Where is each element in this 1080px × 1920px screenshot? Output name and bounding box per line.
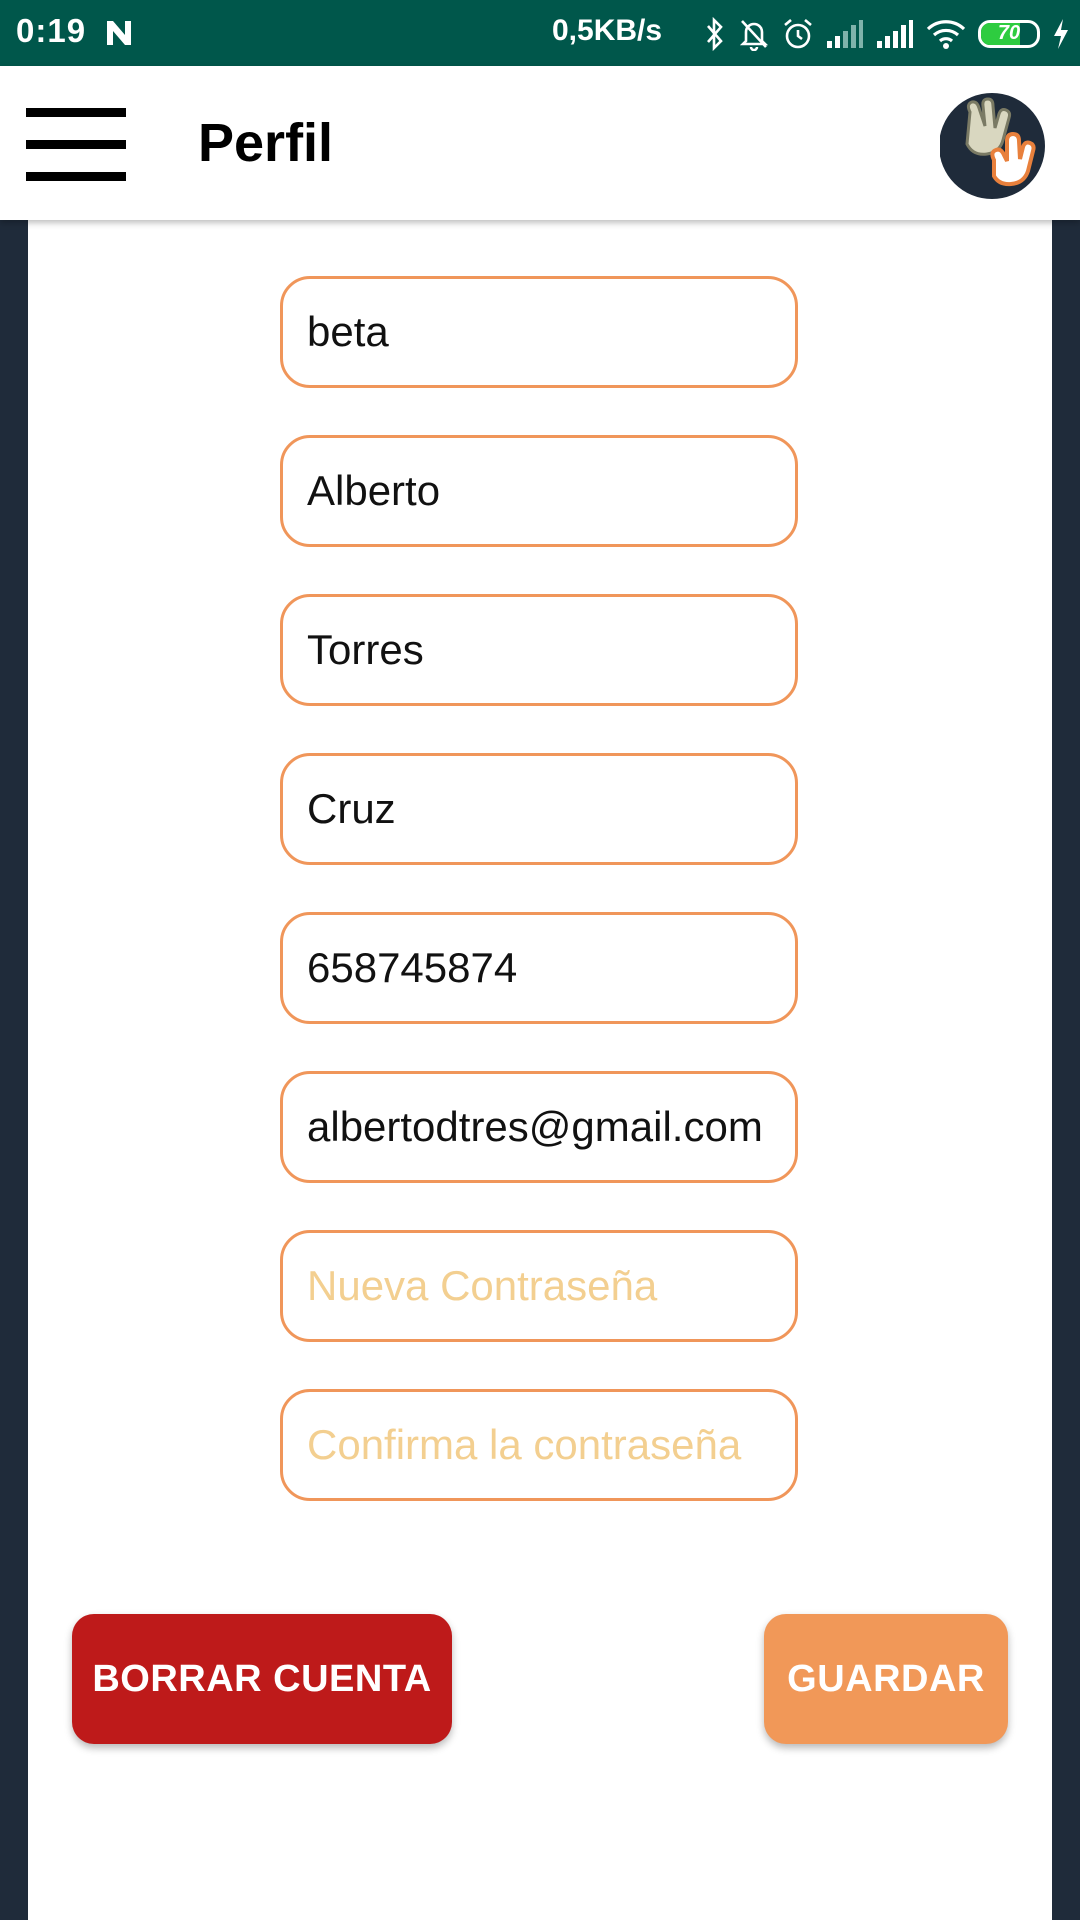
bluetooth-icon xyxy=(707,17,723,51)
profile-form: BORRAR CUENTA GUARDAR xyxy=(28,220,1052,1920)
hamburger-menu-icon[interactable] xyxy=(26,108,126,182)
phone-field[interactable] xyxy=(280,912,798,1024)
page-title: Perfil xyxy=(198,113,334,173)
delete-account-button[interactable]: BORRAR CUENTA xyxy=(72,1614,452,1744)
second-surname-input[interactable] xyxy=(307,785,771,833)
status-bar: 0:19 0,5KB/s 70 xyxy=(0,0,1080,66)
battery-level: 70 xyxy=(997,22,1021,44)
status-icons: 70 xyxy=(704,12,1070,56)
first-surname-field[interactable] xyxy=(280,594,798,706)
battery-icon: 70 xyxy=(978,20,1040,48)
first-name-input[interactable] xyxy=(307,467,771,515)
save-button[interactable]: GUARDAR xyxy=(764,1614,1008,1744)
signal-icon xyxy=(827,20,863,48)
app-bar: Perfil xyxy=(0,66,1080,220)
charging-icon xyxy=(1054,19,1068,49)
new-password-input[interactable] xyxy=(307,1262,771,1310)
confirm-password-input[interactable] xyxy=(307,1421,771,1469)
first-surname-input[interactable] xyxy=(307,626,771,674)
email-input[interactable] xyxy=(307,1103,771,1151)
username-field[interactable] xyxy=(280,276,798,388)
phone-input[interactable] xyxy=(307,944,771,992)
wifi-icon xyxy=(926,20,966,49)
new-password-field[interactable] xyxy=(280,1230,798,1342)
second-surname-field[interactable] xyxy=(280,753,798,865)
username-input[interactable] xyxy=(307,308,771,356)
signal-icon-2 xyxy=(877,20,913,48)
menu-line-bottom xyxy=(26,172,126,181)
menu-line-top xyxy=(26,108,126,117)
email-field[interactable] xyxy=(280,1071,798,1183)
network-speed: 0,5KB/s xyxy=(552,14,663,47)
first-name-field[interactable] xyxy=(280,435,798,547)
status-time: 0:19 xyxy=(16,12,87,49)
menu-line-middle xyxy=(26,140,126,149)
hands-logo-icon[interactable] xyxy=(940,90,1050,200)
alarm-icon xyxy=(784,19,812,49)
confirm-password-field[interactable] xyxy=(280,1389,798,1501)
notifications-off-icon xyxy=(739,20,769,51)
notification-n-icon xyxy=(107,21,131,45)
